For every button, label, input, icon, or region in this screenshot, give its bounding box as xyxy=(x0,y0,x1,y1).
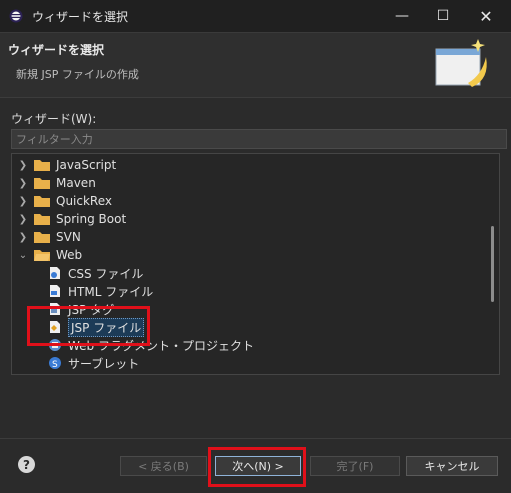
tree-item-label: CSS ファイル xyxy=(68,266,144,281)
tree-item-svn[interactable]: ❯ SVN xyxy=(18,228,81,246)
chevron-right-icon[interactable]: ❯ xyxy=(18,232,28,243)
tree-item-quickrex[interactable]: ❯ QuickRex xyxy=(18,192,112,210)
tree-item-label: JavaScript xyxy=(56,158,117,172)
tree-item-jsp-tag[interactable]: JSP タグ xyxy=(48,300,114,318)
tree-item-spring-boot[interactable]: ❯ Spring Boot xyxy=(18,210,126,228)
chevron-right-icon[interactable]: ❯ xyxy=(18,160,28,171)
tree-item-label: QuickRex xyxy=(56,194,113,208)
folder-open-icon xyxy=(34,250,50,261)
cancel-button[interactable]: キャンセル xyxy=(406,456,498,476)
svg-text:S: S xyxy=(52,360,58,370)
tree-item-jsp-file[interactable]: JSP ファイル xyxy=(48,317,145,337)
wizard-banner-icon xyxy=(435,39,487,87)
eclipse-icon xyxy=(9,9,23,23)
scrollbar-thumb[interactable] xyxy=(491,226,494,302)
chevron-right-icon[interactable]: ❯ xyxy=(18,178,28,189)
window-title: ウィザードを選択 xyxy=(32,10,129,24)
tree-scrollbar[interactable] xyxy=(489,156,497,370)
back-button[interactable]: < 戻る(B) xyxy=(120,456,207,476)
next-button[interactable]: 次へ(N) > xyxy=(215,456,301,476)
header-subtitle: 新規 JSP ファイルの作成 xyxy=(16,68,139,81)
chevron-down-icon[interactable]: ⌄ xyxy=(18,250,28,261)
tree-item-label: Spring Boot xyxy=(56,212,127,226)
filter-input[interactable] xyxy=(11,129,507,149)
tree-item-label: サーブレット xyxy=(68,356,140,371)
tree-item-label: HTML ファイル xyxy=(68,284,154,299)
finish-button[interactable]: 完了(F) xyxy=(310,456,400,476)
tree-item-web[interactable]: ⌄ Web xyxy=(18,246,82,264)
minimize-button[interactable]: — xyxy=(382,0,422,32)
jsp-tag-icon xyxy=(50,303,60,315)
footer-divider xyxy=(0,438,511,439)
tree-item-html-file[interactable]: HTML ファイル xyxy=(48,282,153,300)
maximize-button[interactable]: ☐ xyxy=(423,0,463,32)
wizard-label: ウィザード(W): xyxy=(11,112,97,126)
tree-item-servlet[interactable]: S サーブレット xyxy=(48,354,139,372)
tree-item-css-file[interactable]: CSS ファイル xyxy=(48,264,143,282)
tree-item-web-fragment-project[interactable]: Web フラグメント・プロジェクト xyxy=(48,336,254,354)
chevron-right-icon[interactable]: ❯ xyxy=(18,196,28,207)
jsp-file-icon xyxy=(50,321,60,333)
chevron-right-icon[interactable]: ❯ xyxy=(18,214,28,225)
title-bar: ウィザードを選択 — ☐ ✕ xyxy=(0,0,511,33)
web-fragment-project-icon xyxy=(49,339,61,351)
folder-icon xyxy=(34,214,50,225)
folder-icon xyxy=(34,196,50,207)
css-file-icon xyxy=(50,267,60,279)
tree-item-maven[interactable]: ❯ Maven xyxy=(18,174,96,192)
header-title: ウィザードを選択 xyxy=(8,43,105,57)
tree-item-label: JSP タグ xyxy=(68,302,115,317)
tree-item-label: Maven xyxy=(56,176,96,190)
html-file-icon xyxy=(50,285,60,297)
tree-item-label: SVN xyxy=(56,230,81,244)
servlet-icon: S xyxy=(49,357,61,370)
help-icon[interactable]: ? xyxy=(18,456,35,473)
tree-item-javascript[interactable]: ❯ JavaScript xyxy=(18,156,116,174)
tree-item-label: Web フラグメント・プロジェクト xyxy=(68,338,254,353)
close-button[interactable]: ✕ xyxy=(466,0,506,32)
folder-icon xyxy=(34,232,50,243)
dialog-header: ウィザードを選択 新規 JSP ファイルの作成 xyxy=(0,33,511,98)
tree-item-label-selected: JSP ファイル xyxy=(68,317,145,337)
folder-icon xyxy=(34,160,50,171)
tree-item-label: Web xyxy=(56,248,83,262)
folder-icon xyxy=(34,178,50,189)
wizard-tree[interactable]: ❯ JavaScript ❯ Maven ❯ QuickRex ❯ Spring… xyxy=(11,153,500,375)
